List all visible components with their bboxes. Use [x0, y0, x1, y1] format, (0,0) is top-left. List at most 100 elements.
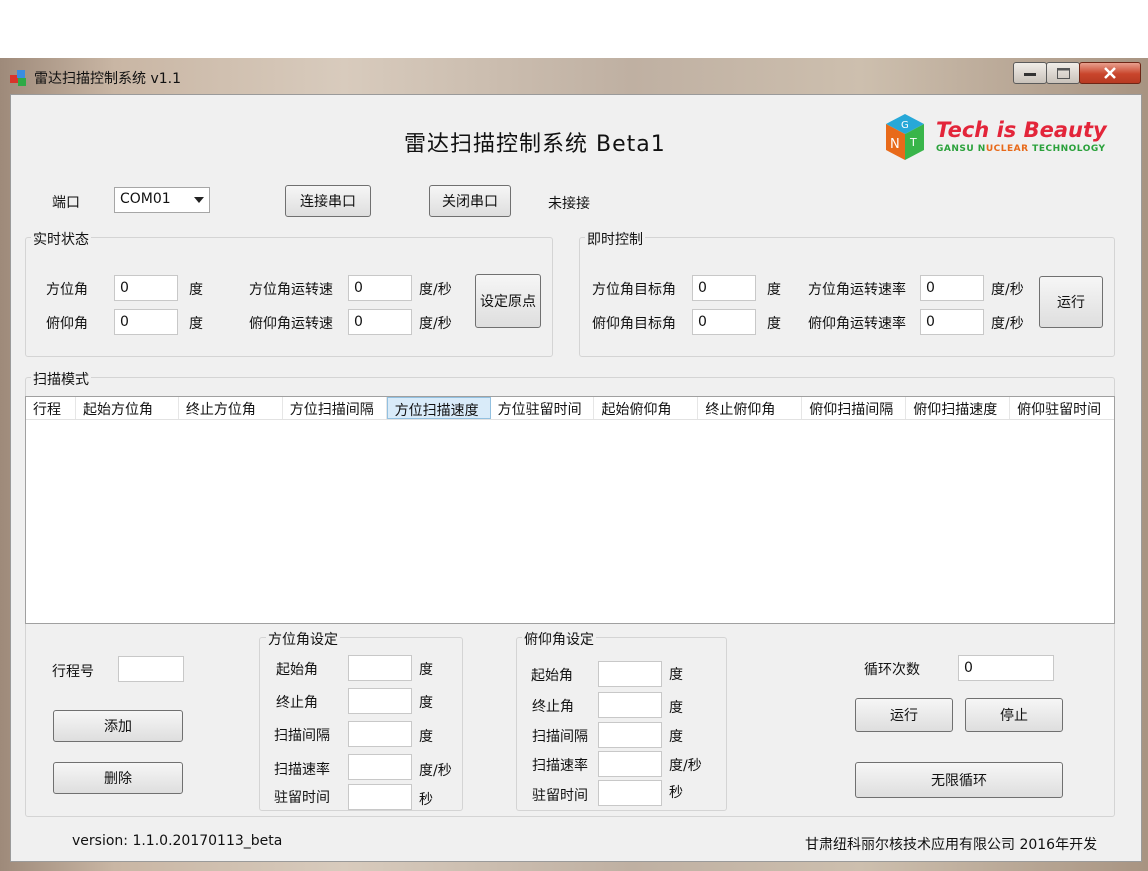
- az-start-label: 起始角: [276, 662, 318, 678]
- connect-port-button[interactable]: 连接串口: [285, 185, 371, 217]
- elevation-unit: 度: [189, 316, 203, 332]
- el-rate-field[interactable]: [920, 309, 984, 335]
- el-dwell-unit: 秒: [669, 785, 683, 801]
- el-interval-field[interactable]: [598, 722, 662, 748]
- app-title: 雷达扫描控制系统 Beta1: [404, 132, 666, 157]
- delete-button[interactable]: 删除: [53, 762, 183, 794]
- el-target-label: 俯仰角目标角: [592, 316, 676, 332]
- loop-count-label: 循环次数: [864, 662, 920, 678]
- column-header[interactable]: 行程: [26, 397, 76, 419]
- az-rate-label: 方位角运转速率: [808, 282, 906, 298]
- el-dwell-field[interactable]: [598, 780, 662, 806]
- desktop-background: [0, 0, 1148, 58]
- instant-run-button[interactable]: 运行: [1039, 276, 1103, 328]
- el-end-field[interactable]: [598, 692, 662, 718]
- azimuth-setting-title: 方位角设定: [266, 629, 340, 649]
- azimuth-field[interactable]: [114, 275, 178, 301]
- logo-subtitle: GANSU NUCLEAR TECHNOLOGY: [936, 144, 1106, 154]
- azimuth-unit: 度: [189, 282, 203, 298]
- window-title: 雷达扫描控制系统 v1.1: [34, 71, 181, 87]
- scan-table[interactable]: 行程 起始方位角 终止方位角 方位扫描间隔 方位扫描速度 方位驻留时间 起始俯仰…: [25, 396, 1115, 624]
- el-rate-label: 俯仰角运转速率: [808, 316, 906, 332]
- company-logo: G N T Tech is Beauty GANSU NUCLEAR TECHN…: [876, 110, 1116, 170]
- svg-text:T: T: [909, 136, 917, 149]
- column-header[interactable]: 俯仰扫描间隔: [802, 397, 907, 419]
- company-text: 甘肃纽科丽尔核技术应用有限公司 2016年开发: [805, 837, 1098, 853]
- el-end-label: 终止角: [532, 699, 574, 715]
- port-select[interactable]: COM01: [114, 187, 210, 213]
- azimuth-speed-unit: 度/秒: [419, 282, 452, 298]
- column-header[interactable]: 起始俯仰角: [594, 397, 699, 419]
- column-header[interactable]: 方位扫描速度: [386, 397, 491, 419]
- column-header[interactable]: 终止俯仰角: [698, 397, 803, 419]
- az-interval-unit: 度: [419, 729, 433, 745]
- el-rate-unit: 度/秒: [991, 316, 1024, 332]
- az-dwell-field[interactable]: [348, 784, 412, 810]
- close-button[interactable]: [1079, 62, 1141, 84]
- el-start-unit: 度: [669, 667, 683, 683]
- column-header[interactable]: 终止方位角: [179, 397, 283, 419]
- az-speed-field[interactable]: [348, 754, 412, 780]
- chevron-down-icon: [194, 197, 204, 203]
- azimuth-label: 方位角: [46, 282, 88, 298]
- logo-cube-icon: G N T: [886, 114, 924, 160]
- app-icon: [9, 67, 29, 87]
- column-header[interactable]: 俯仰驻留时间: [1010, 397, 1114, 419]
- column-header[interactable]: 起始方位角: [76, 397, 179, 419]
- add-button[interactable]: 添加: [53, 710, 183, 742]
- az-end-field[interactable]: [348, 688, 412, 714]
- az-target-label: 方位角目标角: [592, 282, 676, 298]
- elevation-field[interactable]: [114, 309, 178, 335]
- elevation-label: 俯仰角: [46, 316, 88, 332]
- az-rate-unit: 度/秒: [991, 282, 1024, 298]
- column-header[interactable]: 方位扫描间隔: [283, 397, 387, 419]
- port-select-value: COM01: [120, 191, 171, 207]
- svg-text:G: G: [901, 120, 909, 131]
- set-origin-button[interactable]: 设定原点: [475, 274, 541, 328]
- close-port-button[interactable]: 关闭串口: [429, 185, 511, 217]
- az-speed-unit: 度/秒: [419, 763, 452, 779]
- el-start-field[interactable]: [598, 661, 662, 687]
- minimize-icon: [1024, 73, 1036, 76]
- instant-control-title: 即时控制: [585, 229, 645, 249]
- azimuth-speed-label: 方位角运转速: [249, 282, 333, 298]
- elevation-speed-label: 俯仰角运转速: [249, 316, 333, 332]
- version-text: version: 1.1.0.20170113_beta: [72, 833, 283, 849]
- el-dwell-label: 驻留时间: [532, 788, 588, 804]
- az-interval-field[interactable]: [348, 721, 412, 747]
- el-interval-unit: 度: [669, 729, 683, 745]
- svg-text:N: N: [890, 137, 900, 152]
- minimize-button[interactable]: [1013, 62, 1047, 84]
- el-speed-field[interactable]: [598, 751, 662, 777]
- trip-number-field[interactable]: [118, 656, 184, 682]
- close-icon: [1104, 67, 1116, 79]
- el-speed-label: 扫描速率: [532, 758, 588, 774]
- az-speed-label: 扫描速率: [274, 762, 330, 778]
- column-header[interactable]: 俯仰扫描速度: [906, 397, 1011, 419]
- az-dwell-label: 驻留时间: [274, 790, 330, 806]
- maximize-button[interactable]: [1046, 62, 1080, 84]
- el-speed-unit: 度/秒: [669, 758, 702, 774]
- scan-table-header: 行程 起始方位角 终止方位角 方位扫描间隔 方位扫描速度 方位驻留时间 起始俯仰…: [26, 397, 1114, 420]
- az-target-field[interactable]: [692, 275, 756, 301]
- az-start-field[interactable]: [348, 655, 412, 681]
- az-start-unit: 度: [419, 662, 433, 678]
- loop-run-button[interactable]: 运行: [855, 698, 953, 732]
- logo-title: Tech is Beauty: [936, 118, 1107, 142]
- el-start-label: 起始角: [531, 668, 573, 684]
- column-header[interactable]: 方位驻留时间: [491, 397, 595, 419]
- azimuth-speed-field[interactable]: [348, 275, 412, 301]
- scan-mode-title: 扫描模式: [31, 369, 91, 389]
- az-rate-field[interactable]: [920, 275, 984, 301]
- loop-count-field[interactable]: [958, 655, 1054, 681]
- el-target-field[interactable]: [692, 309, 756, 335]
- az-target-unit: 度: [767, 282, 781, 298]
- el-target-unit: 度: [767, 316, 781, 332]
- el-end-unit: 度: [669, 700, 683, 716]
- stop-button[interactable]: 停止: [965, 698, 1063, 732]
- elevation-speed-field[interactable]: [348, 309, 412, 335]
- port-label: 端口: [52, 195, 80, 211]
- az-interval-label: 扫描间隔: [274, 728, 330, 744]
- infinite-loop-button[interactable]: 无限循环: [855, 762, 1063, 798]
- az-end-unit: 度: [419, 695, 433, 711]
